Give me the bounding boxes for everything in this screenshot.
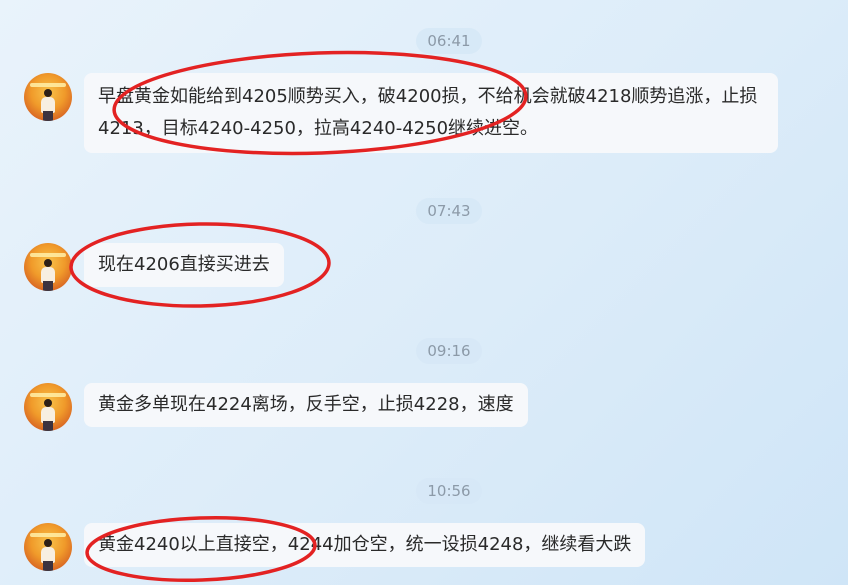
message-bubble[interactable]: 现在4206直接买进去 (84, 243, 284, 287)
message-bubble[interactable]: 早盘黄金如能给到4205顺势买入，破4200损，不给机会就破4218顺势追涨，止… (84, 73, 778, 153)
avatar-figure-legs (43, 281, 53, 291)
chat-history: 06:41 早盘黄金如能给到4205顺势买入，破4200损，不给机会就破4218… (0, 0, 848, 585)
message-bubble[interactable]: 黄金多单现在4224离场，反手空，止损4228，速度 (84, 383, 528, 427)
avatar-figure-head (44, 539, 52, 547)
avatar-banner (30, 393, 66, 397)
avatar-figure-head (44, 259, 52, 267)
avatar-banner (30, 533, 66, 537)
avatar-banner (30, 83, 66, 87)
avatar[interactable] (24, 383, 72, 431)
timestamp: 09:16 (416, 338, 482, 364)
avatar[interactable] (24, 73, 72, 121)
avatar[interactable] (24, 243, 72, 291)
avatar[interactable] (24, 523, 72, 571)
avatar-figure-legs (43, 561, 53, 571)
avatar-figure-head (44, 399, 52, 407)
message-bubble[interactable]: 黄金4240以上直接空，4244加仓空，统一设损4248，继续看大跌 (84, 523, 646, 567)
timestamp: 10:56 (416, 478, 482, 504)
avatar-banner (30, 253, 66, 257)
avatar-figure-legs (43, 111, 53, 121)
timestamp: 06:41 (416, 28, 482, 54)
avatar-figure-legs (43, 421, 53, 431)
timestamp: 07:43 (416, 198, 482, 224)
avatar-figure-head (44, 89, 52, 97)
